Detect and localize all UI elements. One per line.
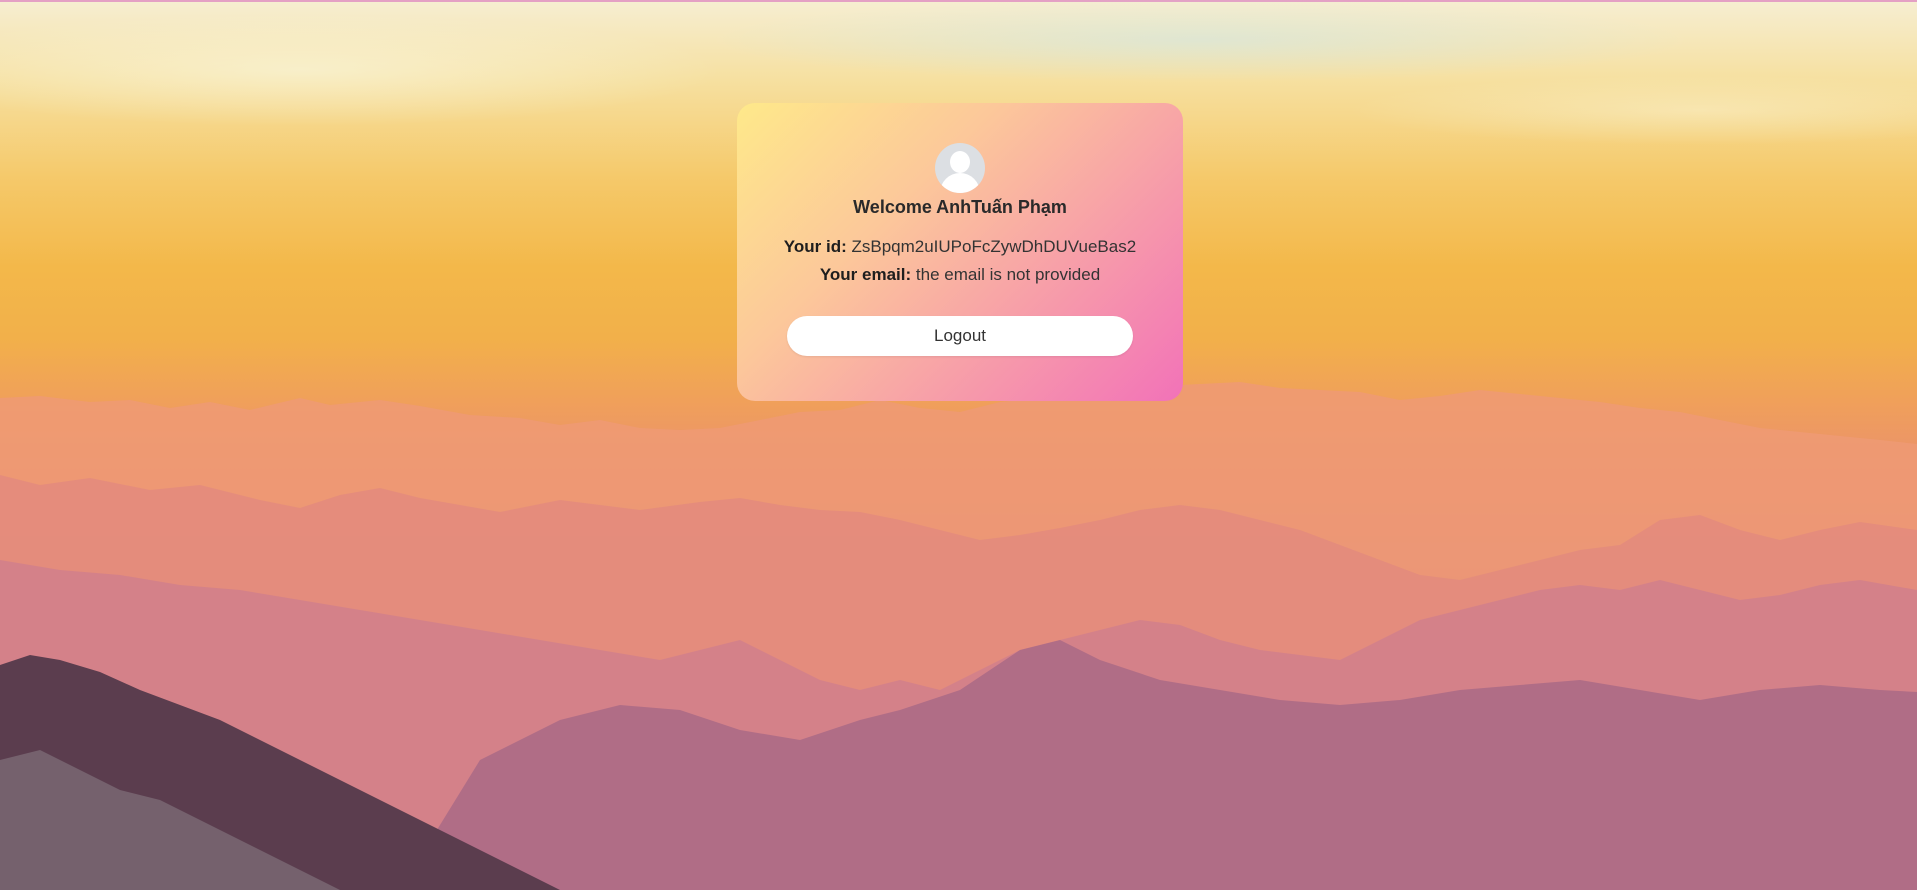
user-id-value: ZsBpqm2uIUPoFcZywDhDUVueBas2 (851, 237, 1137, 256)
avatar-head (950, 151, 970, 173)
user-id-label: Your id: (783, 237, 847, 256)
page: Welcome AnhTuấn Phạm Your id: ZsBpqm2uIU… (0, 0, 1917, 890)
profile-card: Welcome AnhTuấn Phạm Your id: ZsBpqm2uIU… (737, 103, 1183, 401)
user-id-line: Your id: ZsBpqm2uIUPoFcZywDhDUVueBas2 (737, 237, 1183, 257)
welcome-title: Welcome AnhTuấn Phạm (853, 197, 1067, 217)
avatar-body (940, 173, 980, 193)
user-email-line: Your email: the email is not provided (737, 265, 1183, 285)
user-silhouette-icon (935, 143, 985, 193)
user-email-label: Your email: (819, 265, 912, 284)
logout-button[interactable]: Logout (787, 316, 1133, 356)
user-email-value: the email is not provided (915, 265, 1101, 284)
